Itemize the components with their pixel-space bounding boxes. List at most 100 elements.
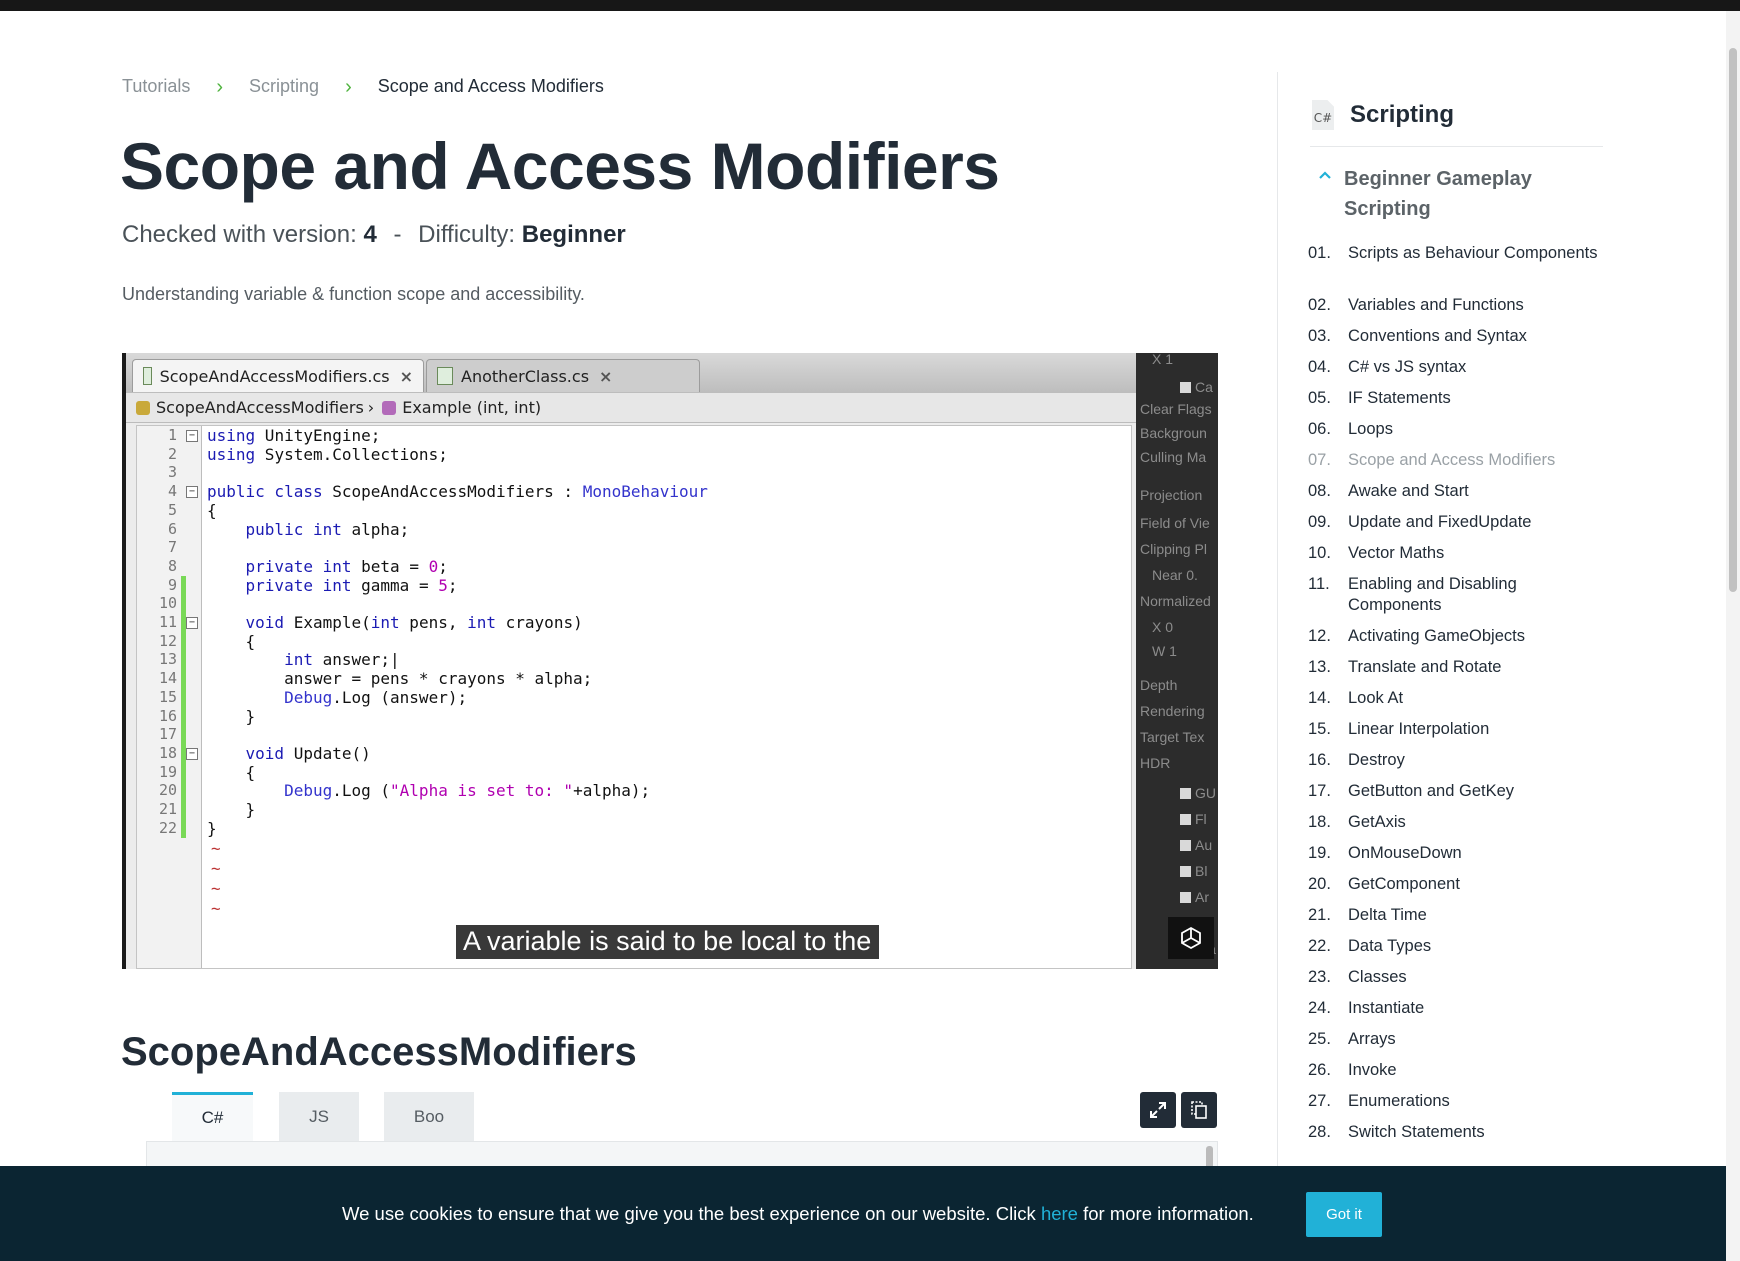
lesson-number: 18. bbox=[1308, 813, 1331, 831]
lesson-number: 10. bbox=[1308, 544, 1331, 562]
changed-lines-marker bbox=[181, 576, 186, 838]
lesson-number: 20. bbox=[1308, 875, 1331, 893]
lesson-item[interactable]: 28. Switch Statements bbox=[1308, 1122, 1608, 1143]
lesson-number: 26. bbox=[1308, 1061, 1331, 1079]
lesson-number: 04. bbox=[1308, 358, 1331, 376]
cookie-more-info-link[interactable]: here bbox=[1041, 1203, 1078, 1224]
code-line: using System.Collections; bbox=[207, 444, 448, 464]
inspector-label: Field of Vie bbox=[1140, 515, 1210, 531]
editor-tab-inactive: AnotherClass.cs × bbox=[426, 359, 700, 392]
lesson-item[interactable]: 14. Look At bbox=[1308, 688, 1608, 709]
copy-button[interactable] bbox=[1181, 1092, 1217, 1128]
lesson-item[interactable]: 08. Awake and Start bbox=[1308, 481, 1608, 502]
fold-toggle-icon: − bbox=[186, 748, 198, 760]
lesson-item[interactable]: 04. C# vs JS syntax bbox=[1308, 357, 1608, 378]
lesson-item[interactable]: 20. GetComponent bbox=[1308, 874, 1608, 895]
unity-logo-button[interactable] bbox=[1168, 917, 1214, 959]
copy-icon bbox=[1191, 1101, 1207, 1119]
lesson-item[interactable]: 10. Vector Maths bbox=[1308, 543, 1608, 564]
lesson-item[interactable]: 06. Loops bbox=[1308, 419, 1608, 440]
inspector-label: Projection bbox=[1140, 487, 1203, 503]
expand-button[interactable] bbox=[1140, 1092, 1176, 1128]
breadcrumb-tutorials[interactable]: Tutorials bbox=[122, 76, 190, 97]
lesson-item[interactable]: 16. Destroy bbox=[1308, 750, 1608, 771]
lesson-item[interactable]: 01. Scripts as Behaviour Components bbox=[1308, 243, 1608, 264]
lesson-label: Variables and Functions bbox=[1348, 296, 1524, 314]
lesson-item[interactable]: 05. IF Statements bbox=[1308, 388, 1608, 409]
lesson-item[interactable]: 21. Delta Time bbox=[1308, 905, 1608, 926]
lesson-number: 12. bbox=[1308, 627, 1331, 645]
lesson-label: Update and FixedUpdate bbox=[1348, 513, 1532, 531]
lesson-item[interactable]: 25. Arrays bbox=[1308, 1029, 1608, 1050]
lesson-item-current[interactable]: 07. Scope and Access Modifiers bbox=[1308, 450, 1608, 471]
lesson-number: 22. bbox=[1308, 937, 1331, 955]
chevron-right-icon: › bbox=[216, 75, 224, 98]
lesson-item[interactable]: 22. Data Types bbox=[1308, 936, 1608, 957]
tab-boo[interactable]: Boo bbox=[384, 1092, 474, 1141]
code-line: Debug.Log ("Alpha is set to: "+alpha); bbox=[284, 781, 651, 801]
lesson-label: Linear Interpolation bbox=[1348, 720, 1490, 738]
inspector-label: Ar bbox=[1180, 889, 1209, 905]
line-number: 15 bbox=[158, 687, 177, 706]
code-line: answer = pens * crayons * alpha; bbox=[207, 669, 593, 689]
line-number: 14 bbox=[158, 669, 177, 688]
lesson-item[interactable]: 03. Conventions and Syntax bbox=[1308, 326, 1608, 347]
lesson-label: Destroy bbox=[1348, 751, 1405, 769]
lesson-number: 03. bbox=[1308, 327, 1331, 345]
editor-tab-label: ScopeAndAccessModifiers.cs bbox=[159, 366, 390, 386]
breadcrumb-scripting[interactable]: Scripting bbox=[249, 76, 319, 97]
line-number: 4 bbox=[167, 482, 177, 501]
lesson-number: 15. bbox=[1308, 720, 1331, 738]
lesson-item[interactable]: 24. Instantiate bbox=[1308, 998, 1608, 1019]
lesson-label: GetButton and GetKey bbox=[1348, 782, 1515, 800]
inspector-label: Clipping Pl bbox=[1140, 541, 1207, 557]
lesson-item[interactable]: 11. Enabling and Disabling Components bbox=[1308, 574, 1608, 616]
lesson-item[interactable]: 13. Translate and Rotate bbox=[1308, 657, 1608, 678]
sidebar-title[interactable]: Scripting bbox=[1350, 101, 1454, 129]
line-number: 10 bbox=[158, 594, 177, 613]
lesson-number: 01. bbox=[1308, 244, 1331, 262]
lesson-item[interactable]: 18. GetAxis bbox=[1308, 812, 1608, 833]
path-separator: › bbox=[367, 398, 375, 417]
line-number: 19 bbox=[158, 762, 177, 781]
line-number: 13 bbox=[158, 650, 177, 669]
inspector-label: Fl bbox=[1180, 811, 1207, 827]
lesson-number: 24. bbox=[1308, 999, 1331, 1017]
code-line: int answer;| bbox=[284, 650, 400, 670]
line-number: 6 bbox=[167, 519, 177, 538]
inspector-label: HDR bbox=[1140, 755, 1171, 771]
empty-line-marker: ~ bbox=[211, 899, 221, 918]
version-label: Checked with version: bbox=[122, 221, 357, 248]
page-scrollbar[interactable] bbox=[1726, 11, 1740, 1261]
editor-path-bar: ScopeAndAccessModifiers › Example (int, … bbox=[126, 393, 1136, 423]
lesson-item[interactable]: 09. Update and FixedUpdate bbox=[1308, 512, 1608, 533]
lesson-item[interactable]: 15. Linear Interpolation bbox=[1308, 719, 1608, 740]
video-player[interactable]: ScopeAndAccessModifiers.cs × AnotherClas… bbox=[122, 353, 1218, 969]
lesson-item[interactable]: 23. Classes bbox=[1308, 967, 1608, 988]
code-listing: using UnityEngine; using System.Collecti… bbox=[207, 426, 1127, 968]
lesson-item[interactable]: 02. Variables and Functions bbox=[1308, 295, 1608, 316]
lesson-item[interactable]: 17. GetButton and GetKey bbox=[1308, 781, 1608, 802]
inspector-label: Au bbox=[1180, 837, 1212, 853]
cookie-text-after: for more information. bbox=[1077, 1203, 1254, 1224]
meta-separator: - bbox=[393, 221, 402, 248]
lesson-label: IF Statements bbox=[1348, 389, 1451, 407]
line-number: 12 bbox=[158, 631, 177, 650]
got-it-button[interactable]: Got it bbox=[1306, 1192, 1382, 1237]
code-line: private int gamma = 5; bbox=[245, 575, 458, 595]
code-line: using UnityEngine; bbox=[207, 426, 381, 445]
lesson-item[interactable]: 19. OnMouseDown bbox=[1308, 843, 1608, 864]
code-line: void Update() bbox=[245, 743, 371, 763]
tab-csharp[interactable]: C# bbox=[172, 1092, 253, 1141]
inspector-label: W 1 bbox=[1152, 643, 1177, 659]
lesson-item[interactable]: 12. Activating GameObjects bbox=[1308, 626, 1608, 647]
lesson-item[interactable]: 26. Invoke bbox=[1308, 1060, 1608, 1081]
tab-js[interactable]: JS bbox=[279, 1092, 359, 1141]
lesson-label: Conventions and Syntax bbox=[1348, 327, 1527, 345]
page-scrollbar-thumb[interactable] bbox=[1729, 48, 1737, 592]
lesson-item[interactable]: 27. Enumerations bbox=[1308, 1091, 1608, 1112]
code-area: 1 2 3 4 5 6 7 8 9 10 11 12 13 14 15 16 1… bbox=[136, 425, 1132, 969]
breadcrumb: Tutorials › Scripting › Scope and Access… bbox=[122, 76, 604, 97]
line-number: 20 bbox=[158, 781, 177, 800]
code-line: void Example(int pens, int crayons) bbox=[245, 613, 583, 632]
